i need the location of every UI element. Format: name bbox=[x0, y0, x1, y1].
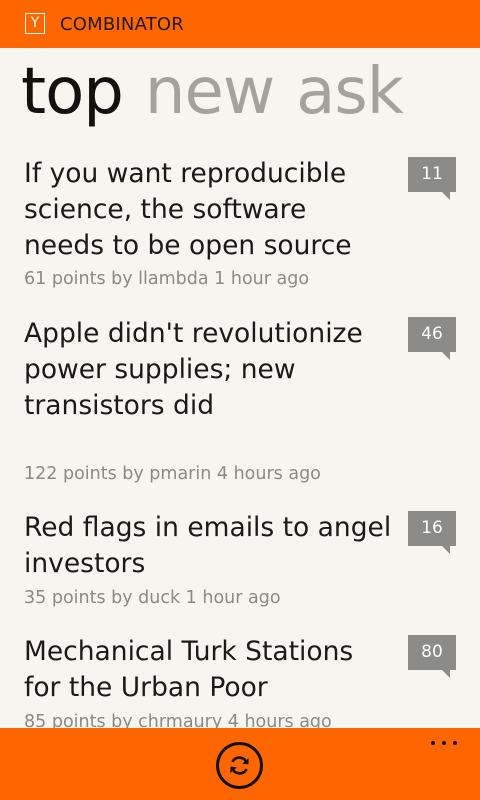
story-item[interactable]: Red flags in emails to angel investors 3… bbox=[0, 504, 480, 628]
pivot-tab-top[interactable]: top bbox=[21, 52, 124, 132]
comment-count-badge[interactable]: 11 bbox=[408, 157, 456, 200]
story-title[interactable]: If you want reproducible science, the so… bbox=[24, 156, 394, 264]
comment-count-badge[interactable]: 16 bbox=[408, 511, 456, 554]
refresh-button[interactable] bbox=[216, 742, 263, 789]
story-item[interactable]: Mechanical Turk Stations for the Urban P… bbox=[0, 628, 480, 728]
pivot-tab-new[interactable]: new bbox=[145, 52, 275, 132]
comment-count-badge[interactable]: 46 bbox=[408, 317, 456, 360]
story-item[interactable]: Apple didn't revolutionize power supplie… bbox=[0, 310, 480, 504]
refresh-icon bbox=[230, 756, 249, 775]
story-meta: 35 points by duck 1 hour ago bbox=[24, 588, 281, 608]
pivot-tab-ask[interactable]: ask bbox=[296, 52, 404, 132]
app-title: COMBINATOR bbox=[60, 14, 184, 35]
more-ellipsis-icon[interactable] bbox=[428, 732, 460, 756]
pivot-header: top new ask bbox=[21, 52, 425, 132]
y-logo-icon: Y bbox=[25, 13, 45, 34]
story-title[interactable]: Apple didn't revolutionize power supplie… bbox=[24, 316, 394, 424]
story-list[interactable]: If you want reproducible science, the so… bbox=[0, 150, 480, 728]
story-title[interactable]: Mechanical Turk Stations for the Urban P… bbox=[24, 634, 394, 706]
app-bar bbox=[0, 728, 480, 800]
story-item[interactable]: If you want reproducible science, the so… bbox=[0, 150, 480, 310]
comment-count-badge[interactable]: 80 bbox=[408, 635, 456, 678]
story-meta: 85 points by chrmaury 4 hours ago bbox=[24, 712, 332, 728]
story-meta: 61 points by llambda 1 hour ago bbox=[24, 269, 310, 289]
story-meta: 122 points by pmarin 4 hours ago bbox=[24, 464, 321, 484]
title-bar: Y COMBINATOR bbox=[0, 0, 480, 48]
story-title[interactable]: Red flags in emails to angel investors bbox=[24, 510, 394, 582]
